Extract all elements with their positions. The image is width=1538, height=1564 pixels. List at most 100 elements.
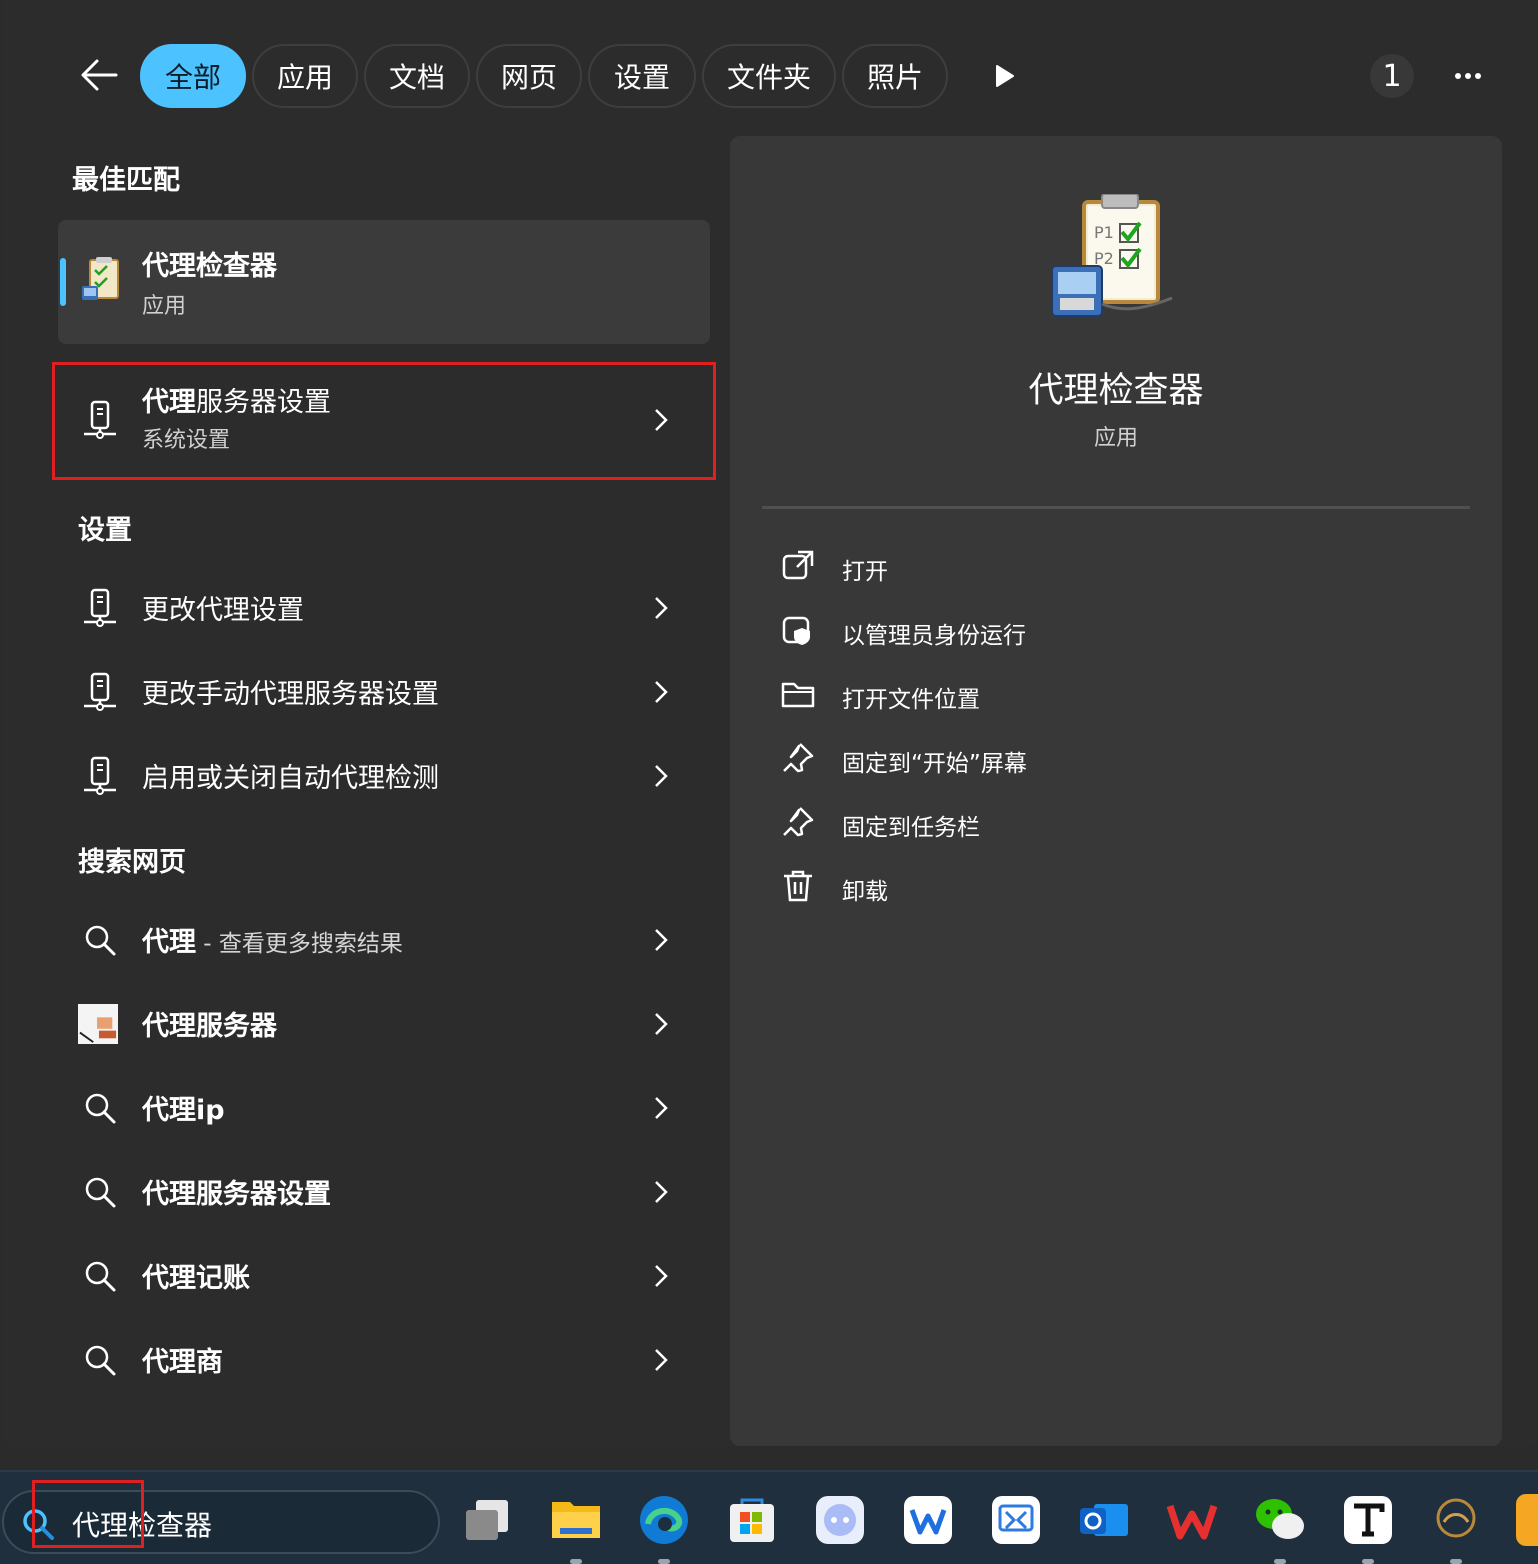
tab-apps[interactable]: 应用 (252, 44, 358, 108)
action-open-file-location[interactable]: 打开文件位置 (780, 666, 1380, 722)
proxy-settings-icon (80, 672, 120, 712)
highlight-box (52, 362, 716, 480)
web-item[interactable]: 代理服务器设置 (62, 1154, 708, 1230)
action-open[interactable]: 打开 (780, 538, 1380, 594)
task-view-icon[interactable] (462, 1494, 514, 1546)
web-item-bold: 代理服务器设置 (142, 1179, 331, 1210)
settings-item-change-proxy[interactable]: 更改代理设置 (62, 570, 708, 646)
shield-admin-icon (782, 616, 810, 645)
settings-item-manual-proxy[interactable]: 更改手动代理服务器设置 (62, 654, 708, 730)
web-item-bold: 代理商 (142, 1347, 223, 1378)
best-match-item[interactable]: 代理检查器 应用 (58, 220, 710, 344)
detail-divider (762, 506, 1470, 509)
settings-item-auto-detect[interactable]: 启用或关闭自动代理检测 (62, 738, 708, 814)
action-label: 卸载 (842, 879, 888, 905)
action-label: 打开文件位置 (842, 687, 980, 713)
web-search-heading: 搜索网页 (78, 847, 186, 878)
partial-app-icon[interactable] (1516, 1494, 1538, 1546)
open-external-icon (782, 550, 814, 580)
taskbar (0, 1470, 1538, 1564)
microsoft-store-icon[interactable] (726, 1494, 778, 1546)
trash-icon (784, 870, 812, 902)
selection-indicator (60, 258, 66, 306)
chevron-right-icon (655, 1349, 668, 1371)
notification-badge[interactable]: 1 (1370, 54, 1414, 98)
action-label: 固定到任务栏 (842, 815, 980, 841)
chevron-right-icon (655, 1181, 668, 1203)
web-item-bold: 代理记账 (142, 1263, 250, 1294)
web-item-bold: 代理ip (142, 1095, 225, 1126)
chevron-right-icon (655, 1013, 668, 1035)
web-item[interactable]: 代理商 (62, 1322, 708, 1398)
web-thumbnail-icon (78, 1004, 118, 1044)
proxy-checker-large-icon: P1 P2 (1051, 194, 1173, 317)
proxy-settings-icon (80, 756, 120, 796)
action-label: 固定到“开始”屏幕 (842, 751, 1027, 777)
best-match-title: 代理检查器 (142, 251, 277, 282)
svg-text:P1: P1 (1094, 223, 1114, 242)
tab-web[interactable]: 网页 (476, 44, 582, 108)
app-logo-icon[interactable] (1430, 1494, 1482, 1564)
pin-icon (783, 807, 814, 837)
tab-all[interactable]: 全部 (140, 44, 246, 108)
wechat-icon[interactable] (1254, 1494, 1306, 1564)
search-panel: 全部 应用 文档 网页 设置 文件夹 照片 1 最佳匹配 代理检查器 应用 代理… (2, 0, 1538, 1446)
wps-writer-icon[interactable] (902, 1494, 954, 1546)
back-button[interactable] (76, 52, 122, 98)
detail-app-type: 应用 (1093, 426, 1138, 451)
web-item[interactable]: 代理记账 (62, 1238, 708, 1314)
proxy-checker-app-icon (82, 257, 119, 300)
search-icon (80, 1088, 120, 1128)
action-pin-to-taskbar[interactable]: 固定到任务栏 (780, 794, 1380, 850)
chevron-right-icon (655, 929, 668, 951)
best-match-subtitle: 应用 (142, 294, 187, 319)
tab-folders[interactable]: 文件夹 (702, 44, 836, 108)
search-icon (80, 920, 120, 960)
outlook-icon[interactable] (1078, 1494, 1130, 1546)
tab-photos[interactable]: 照片 (842, 44, 948, 108)
chevron-right-icon (655, 1097, 668, 1119)
web-item[interactable]: 代理服务器 (62, 986, 708, 1062)
action-label: 打开 (842, 559, 888, 585)
edge-browser-icon[interactable] (638, 1494, 690, 1564)
web-item-bold: 代理服务器 (142, 1011, 277, 1042)
chat-assistant-icon[interactable] (814, 1494, 866, 1546)
play-arrow-icon[interactable] (990, 62, 1018, 90)
action-run-as-admin[interactable]: 以管理员身份运行 (780, 602, 1380, 658)
search-icon (80, 1172, 120, 1212)
pin-icon (783, 743, 814, 773)
search-icon (80, 1256, 120, 1296)
web-item[interactable]: 代理 - 查看更多搜索结果 (62, 902, 708, 978)
detail-app-name: 代理检查器 (1028, 371, 1204, 411)
file-explorer-icon[interactable] (550, 1494, 602, 1564)
tab-documents[interactable]: 文档 (364, 44, 470, 108)
settings-item-label: 更改手动代理服务器设置 (142, 679, 439, 710)
typora-icon[interactable] (1342, 1494, 1394, 1564)
wps-office-icon[interactable] (1166, 1494, 1218, 1546)
action-label: 以管理员身份运行 (842, 623, 1026, 649)
action-uninstall[interactable]: 卸载 (780, 858, 1380, 914)
web-item-bold: 代理 (142, 927, 196, 958)
remote-desktop-icon[interactable] (990, 1494, 1042, 1546)
back-arrow-icon (81, 59, 118, 91)
best-match-heading: 最佳匹配 (72, 165, 180, 196)
filter-bar: 全部 应用 文档 网页 设置 文件夹 照片 1 (2, 44, 1538, 108)
settings-item-label: 启用或关闭自动代理检测 (142, 763, 439, 794)
proxy-settings-icon (80, 588, 120, 628)
web-item[interactable]: 代理ip (62, 1070, 708, 1146)
more-options-button[interactable] (1446, 56, 1490, 96)
chevron-right-icon (655, 1265, 668, 1287)
search-highlight-box (32, 1480, 144, 1548)
chevron-right-icon (655, 681, 668, 703)
settings-item-label: 更改代理设置 (142, 595, 304, 626)
folder-icon (781, 682, 815, 708)
web-item-sep: - (196, 931, 219, 957)
web-item-sub: 查看更多搜索结果 (218, 931, 403, 957)
search-icon (80, 1340, 120, 1380)
chevron-right-icon (655, 765, 668, 787)
settings-heading: 设置 (78, 515, 132, 546)
detail-pane: P1 P2 代理检查器 应用 打开 以管理员身份运行 打开文件位置 固定到“开始… (730, 136, 1502, 1446)
chevron-right-icon (655, 597, 668, 619)
tab-settings[interactable]: 设置 (588, 44, 696, 108)
action-pin-to-start[interactable]: 固定到“开始”屏幕 (780, 730, 1380, 786)
